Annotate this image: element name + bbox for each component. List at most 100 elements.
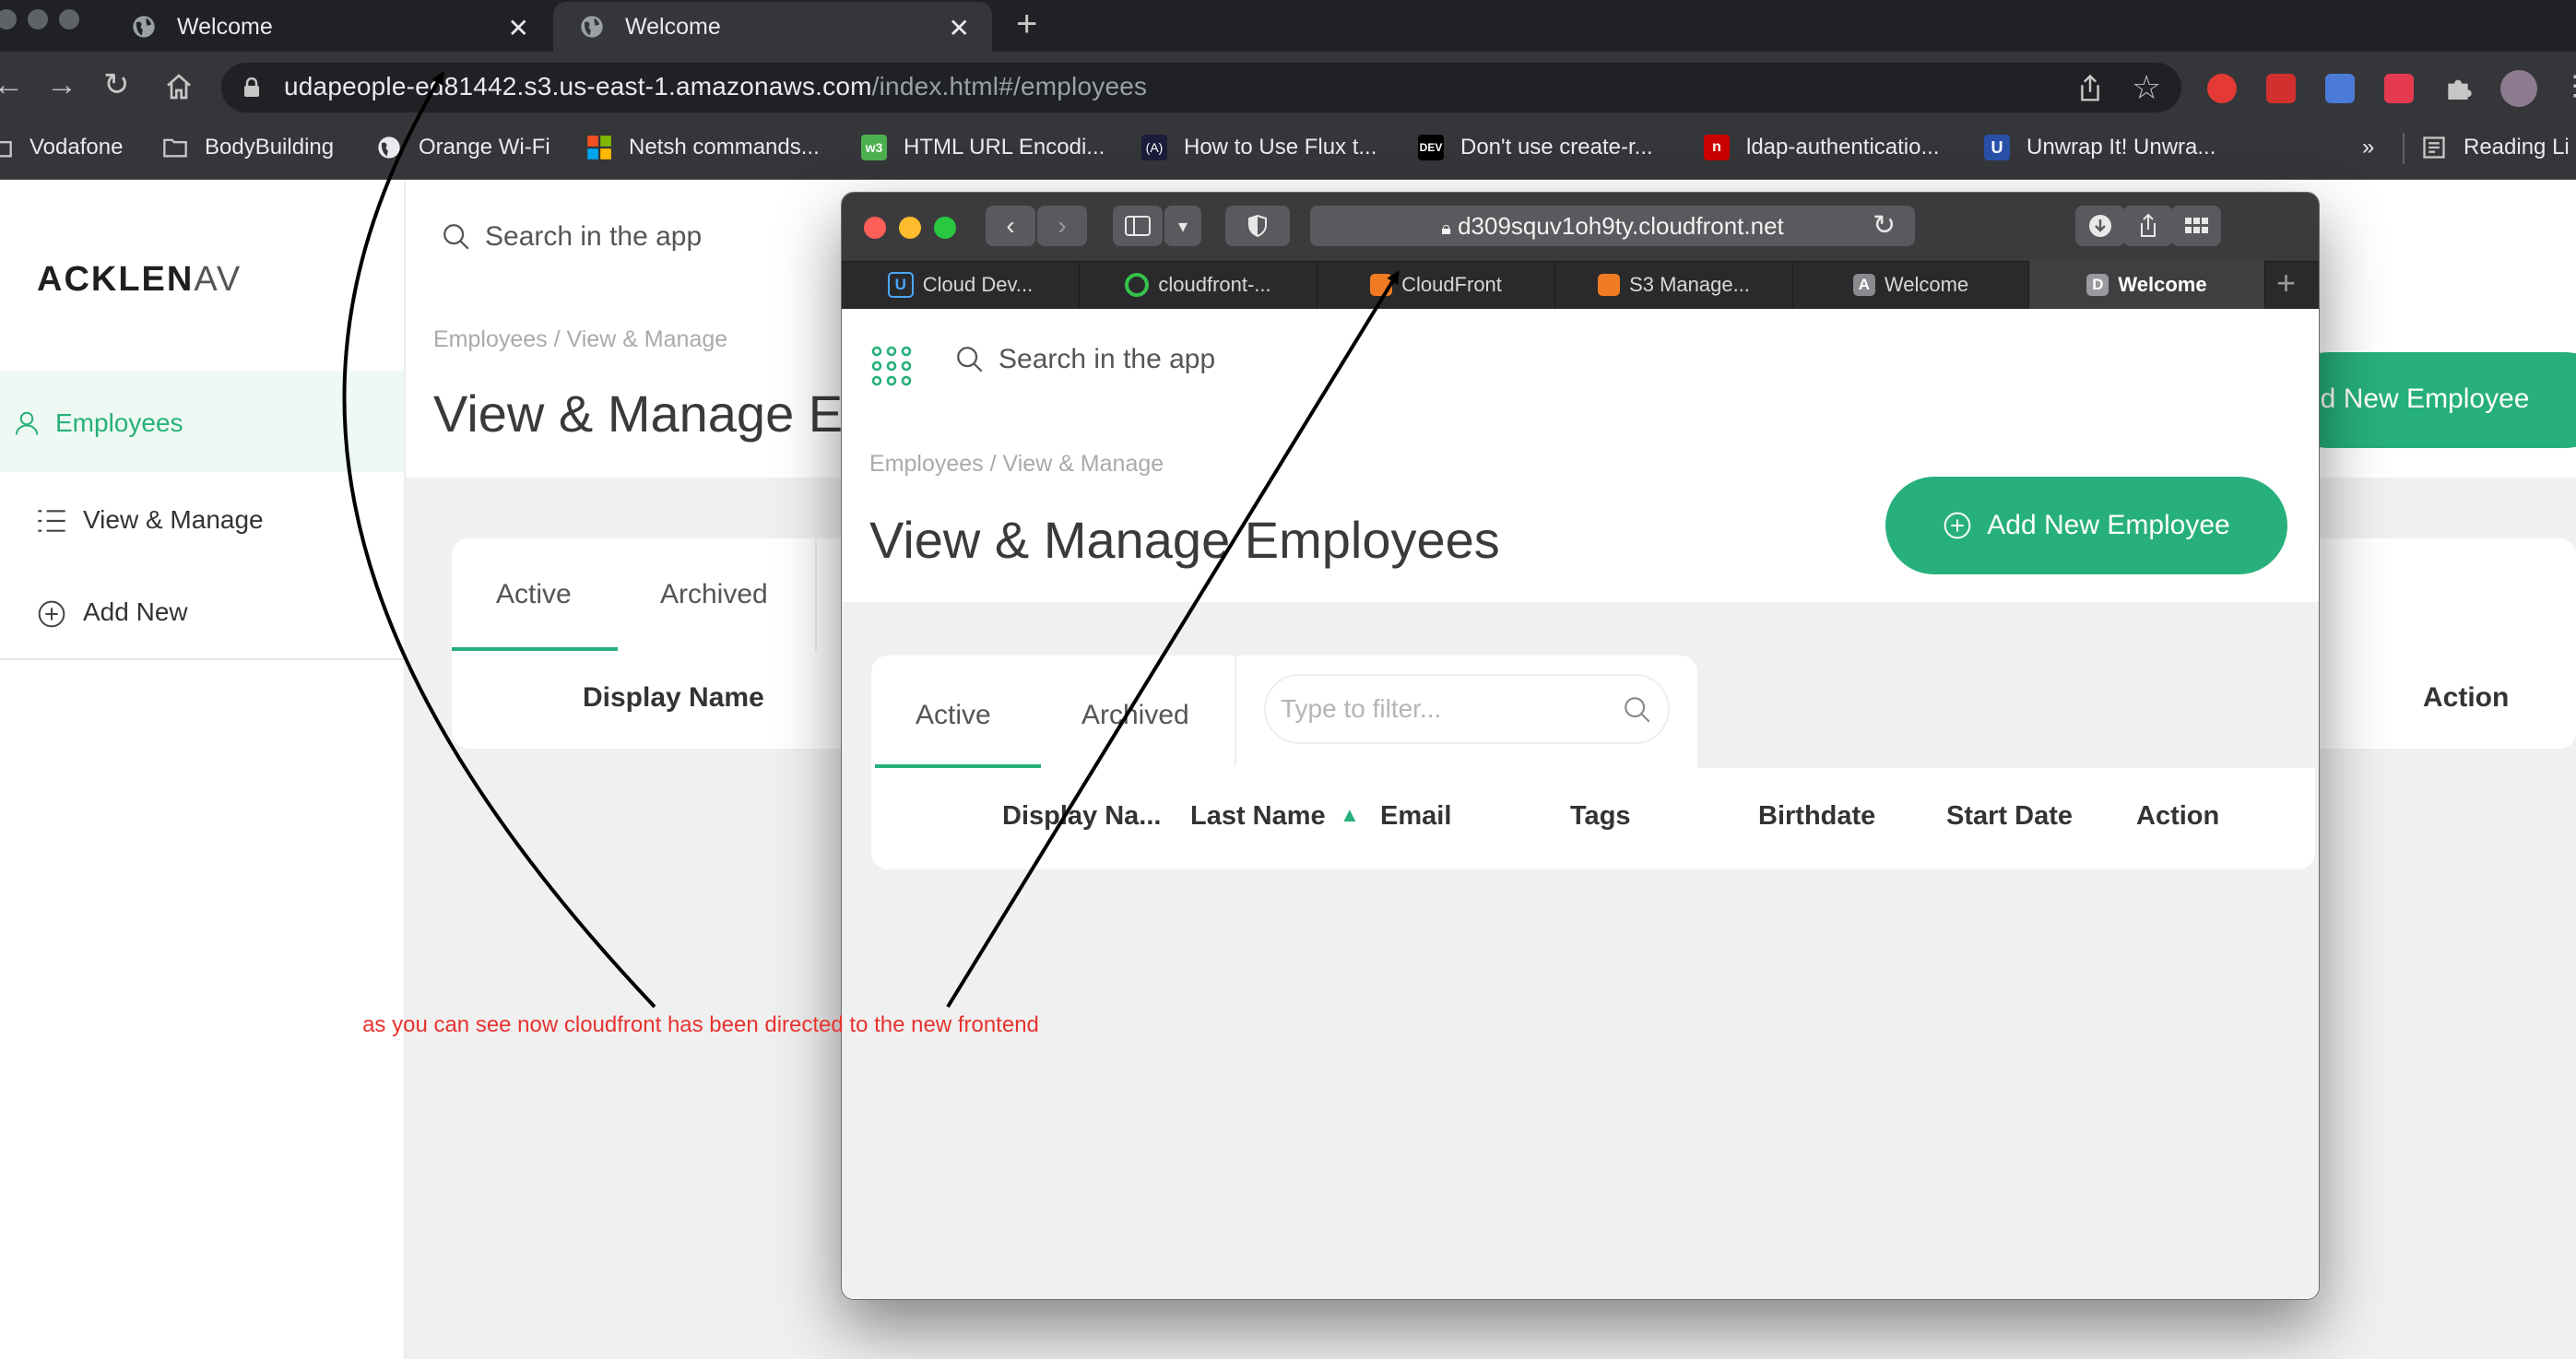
chrome-tab-title: Welcome: [625, 13, 721, 40]
filter-input[interactable]: [1264, 674, 1670, 744]
forward-arrow-icon[interactable]: →: [46, 68, 77, 101]
close-icon[interactable]: ✕: [508, 13, 529, 43]
bookmark-unwrap[interactable]: U Unwrap It! Unwra...: [1984, 135, 2216, 160]
back-arrow-icon[interactable]: ←: [0, 68, 24, 101]
close-icon[interactable]: ✕: [949, 13, 970, 43]
microsoft-icon: [587, 136, 611, 160]
puzzle-extensions-icon[interactable]: [2443, 74, 2473, 103]
safari-tab-cloudfront-ci[interactable]: cloudfront-...: [1080, 261, 1318, 309]
chrome-tab-1[interactable]: Welcome ✕: [105, 2, 551, 52]
sidebar-menu-button[interactable]: ▾: [1164, 206, 1201, 246]
column-header-start-date[interactable]: Start Date: [1946, 801, 2073, 832]
npm-icon: n: [1704, 135, 1730, 160]
bookmark-orange-wifi[interactable]: Orange Wi-Fi: [376, 135, 550, 160]
letter-a-icon: A: [1852, 274, 1875, 296]
aws-icon: [1598, 274, 1621, 296]
safari-tab-welcome-a[interactable]: A Welcome: [1793, 261, 2029, 309]
chrome-tab-2[interactable]: Welcome ✕: [553, 2, 992, 52]
sidebar-item-employees-label: Employees: [55, 408, 183, 437]
column-header-email[interactable]: Email: [1380, 801, 1451, 832]
safari-new-tab-button[interactable]: +: [2276, 263, 2296, 303]
profile-avatar[interactable]: [2500, 70, 2537, 107]
share-icon[interactable]: [2076, 74, 2104, 103]
more-menu-icon[interactable]: ⋮: [2561, 70, 2576, 102]
column-header-last-name[interactable]: Last Name: [1190, 801, 1326, 832]
sidebar-item-label: Add New: [83, 597, 188, 626]
column-header-display-name[interactable]: Display Name: [583, 682, 764, 714]
tab-overview-button[interactable]: [2171, 206, 2221, 246]
download-icon: [2089, 215, 2111, 237]
bookmark-label: Don't use create-r...: [1460, 135, 1653, 160]
tab-archived[interactable]: Archived: [660, 579, 768, 610]
column-header-birthdate[interactable]: Birthdate: [1758, 801, 1875, 832]
window-minimize-button[interactable]: [28, 9, 48, 30]
safari-forward-button[interactable]: ›: [1037, 206, 1087, 246]
list-icon: [38, 510, 65, 532]
column-header-action: Action: [2136, 801, 2220, 831]
globe-icon: [133, 16, 155, 38]
home-icon[interactable]: [164, 72, 194, 101]
bookmark-vodafone[interactable]: Vodafone: [0, 135, 123, 160]
bookmark-reading-list[interactable]: Reading Li: [2421, 135, 2570, 160]
add-new-employee-button[interactable]: Add New Employee: [1885, 477, 2287, 574]
dev-icon: DEV: [1418, 135, 1444, 160]
sidebar-icon: [1125, 216, 1151, 236]
safari-back-button[interactable]: ‹: [986, 206, 1035, 246]
bookmark-create-react[interactable]: DEV Don't use create-r...: [1418, 135, 1653, 160]
tab-active[interactable]: Active: [496, 579, 572, 610]
extension-stop-icon[interactable]: [2207, 74, 2237, 103]
overflow-label: »: [2362, 135, 2375, 160]
column-header-display-name[interactable]: Display Na...: [1002, 801, 1161, 832]
new-tab-button[interactable]: +: [1016, 6, 1037, 42]
tab-archived[interactable]: Archived: [1081, 700, 1189, 731]
bookmark-label: Reading Li: [2464, 135, 2570, 160]
sort-ascending-icon[interactable]: ▲: [1340, 803, 1360, 827]
safari-tab-cloudfront[interactable]: CloudFront: [1318, 261, 1555, 309]
sidebar-item-view-manage[interactable]: View & Manage: [83, 505, 264, 535]
bookmark-label: How to Use Flux t...: [1184, 135, 1377, 160]
url-text: udapeople-ed81442.s3.us-east-1.amazonaws…: [284, 72, 1147, 101]
app-grid-menu-icon[interactable]: [869, 344, 914, 388]
chevron-down-icon: ▾: [1177, 216, 1188, 237]
safari-url: d309squv1oh9ty.cloudfront.net: [1458, 212, 1784, 240]
safari-zoom-button[interactable]: [934, 217, 956, 239]
sidebar-item-add-new[interactable]: Add New: [83, 597, 188, 627]
bookmark-divider: [2403, 133, 2405, 164]
safari-tab-s3[interactable]: S3 Manage...: [1555, 261, 1793, 309]
folder-icon: [163, 138, 187, 158]
downloads-button[interactable]: [2075, 206, 2125, 246]
safari-address-bar[interactable]: 🔒︎ d309squv1oh9ty.cloudfront.net ↻: [1310, 206, 1915, 246]
active-tab-indicator: [875, 764, 1041, 768]
extension-record-icon[interactable]: [2384, 74, 2414, 103]
sidebar-toggle-button[interactable]: [1113, 206, 1163, 246]
reload-icon[interactable]: ↻: [103, 68, 130, 101]
bookmark-html-url[interactable]: w3 HTML URL Encodi...: [861, 135, 1105, 160]
bookmark-flux[interactable]: (A) How to Use Flux t...: [1141, 135, 1377, 160]
safari-tab-welcome-d[interactable]: D Welcome: [2029, 261, 2265, 309]
extension-gear-icon[interactable]: [2266, 74, 2296, 103]
url-host: udapeople-ed81442.s3.us-east-1.amazonaws…: [284, 72, 872, 100]
window-zoom-button[interactable]: [59, 9, 79, 30]
safari-share-button[interactable]: [2123, 206, 2173, 246]
bookmark-label: Netsh commands...: [629, 135, 820, 160]
bookmark-label: BodyBuilding: [205, 135, 335, 160]
safari-close-button[interactable]: [864, 217, 886, 239]
bookmark-netsh[interactable]: Netsh commands...: [586, 135, 820, 160]
app-search-input[interactable]: Search in the app: [998, 344, 1215, 375]
privacy-report-button[interactable]: [1225, 206, 1290, 246]
share-icon: [2141, 213, 2156, 237]
bookmark-bodybuilding[interactable]: BodyBuilding: [162, 135, 334, 160]
safari-tab-cloud-dev[interactable]: U Cloud Dev...: [842, 261, 1080, 309]
plus-circle-icon: [38, 600, 65, 628]
safari-minimize-button[interactable]: [899, 217, 921, 239]
tab-active[interactable]: Active: [916, 700, 991, 731]
column-header-tags[interactable]: Tags: [1570, 801, 1631, 832]
reload-icon[interactable]: ↻: [1873, 209, 1896, 242]
bookmarks-overflow-button[interactable]: »: [2362, 135, 2374, 160]
extension-translate-icon[interactable]: [2325, 74, 2355, 103]
bookmark-star-icon[interactable]: ☆: [2132, 68, 2161, 107]
chevron-right-icon: ›: [1058, 211, 1067, 240]
search-input[interactable]: Search in the app: [485, 221, 702, 253]
column-header-action: Action: [2423, 682, 2510, 713]
bookmark-ldap[interactable]: n ldap-authenticatio...: [1704, 135, 1939, 160]
